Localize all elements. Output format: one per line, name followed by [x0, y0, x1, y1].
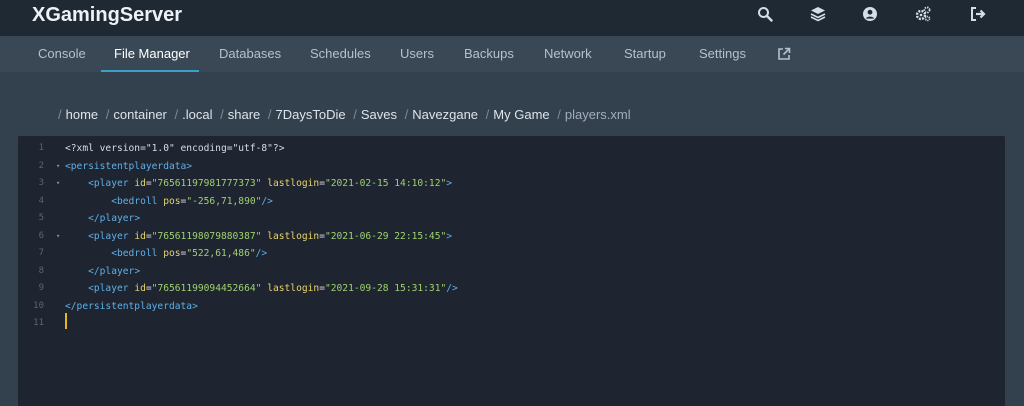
line-number: 3 — [38, 178, 44, 188]
tab-startup[interactable]: Startup — [624, 36, 666, 72]
breadcrumb-share[interactable]: share — [228, 107, 261, 122]
breadcrumb-separator: / — [58, 107, 62, 122]
line-number: 6 — [38, 230, 44, 241]
breadcrumb-separator: / — [220, 107, 224, 122]
code-line[interactable]: 5 </player> — [18, 210, 1005, 228]
code-line[interactable]: 3 ▾ <player id="76561197981777373" lastlo… — [18, 175, 1005, 193]
line-number: 11 — [33, 318, 44, 328]
code-line[interactable]: 11 — [18, 315, 1005, 333]
breadcrumb-separator: / — [485, 107, 490, 122]
tab-file-manager[interactable]: File Manager — [114, 36, 190, 72]
breadcrumb-my-game[interactable]: My Game — [493, 107, 549, 122]
code-text: <?xml version="1.0" encoding="utf-8"?> — [65, 143, 285, 154]
code-text: </player> — [88, 265, 141, 277]
code-line[interactable]: 9 <player id="76561199094452664" lastlog… — [18, 280, 1005, 298]
code-editor[interactable]: 1 <?xml version="1.0" encoding="utf-8"?> 2… — [18, 136, 1005, 406]
tab-settings[interactable]: Settings — [699, 36, 746, 72]
server-subnav: Console File Manager Databases Schedules… — [0, 36, 1024, 72]
external-link-icon[interactable] — [777, 47, 791, 61]
tab-console[interactable]: Console — [38, 36, 86, 72]
layers-icon[interactable] — [810, 6, 828, 24]
breadcrumb-separator: / — [353, 107, 357, 122]
code-text: <bedroll pos="-256,71,890"/> — [111, 195, 273, 207]
tab-schedules[interactable]: Schedules — [310, 36, 371, 72]
breadcrumb-separator: / — [404, 107, 409, 122]
cogs-icon[interactable] — [915, 6, 933, 24]
code-line[interactable]: 10 </persistentplayerdata> — [18, 298, 1005, 316]
code-line[interactable]: 4 <bedroll pos="-256,71,890"/> — [18, 193, 1005, 211]
line-number: 8 — [38, 265, 44, 276]
search-icon[interactable] — [757, 6, 775, 24]
breadcrumb: / home / container / .local / share /7DaysTo… — [58, 105, 631, 125]
code-line[interactable]: 7 <bedroll pos="522,61,486"/> — [18, 245, 1005, 263]
logout-icon[interactable] — [970, 6, 988, 24]
code-text: <persistentplayerdata> — [65, 160, 193, 172]
breadcrumb-home[interactable]: home — [66, 107, 99, 122]
breadcrumb-container[interactable]: container — [113, 107, 166, 122]
tab-backups[interactable]: Backups — [464, 36, 514, 72]
fold-toggle-icon[interactable]: ▾ — [56, 228, 60, 246]
line-number: 10 — [33, 300, 44, 311]
line-number: 9 — [38, 283, 44, 293]
line-number: 2 — [38, 160, 44, 171]
line-number: 4 — [38, 195, 44, 206]
tab-databases[interactable]: Databases — [219, 36, 281, 72]
code-line[interactable]: 8 </player> — [18, 263, 1005, 281]
account-icon[interactable] — [862, 6, 880, 24]
breadcrumb-saves[interactable]: Saves — [361, 107, 397, 122]
top-bar: XGamingServer — [0, 0, 1024, 36]
breadcrumb-navezgane[interactable]: Navezgane — [412, 107, 478, 122]
code-line[interactable]: 1 <?xml version="1.0" encoding="utf-8"?> — [18, 140, 1005, 158]
tab-users[interactable]: Users — [400, 36, 434, 72]
code-text: <player id="76561198079880387" lastlogin… — [88, 230, 453, 242]
code-text: <bedroll pos="522,61,486"/> — [111, 248, 268, 259]
line-number: 5 — [38, 213, 44, 223]
fold-toggle-icon[interactable]: ▾ — [56, 158, 60, 176]
code-text: </player> — [88, 213, 141, 224]
code-text: </persistentplayerdata> — [65, 300, 198, 312]
code-line[interactable]: 6 ▾ <player id="76561198079880387" lastlo… — [18, 228, 1005, 246]
tab-network[interactable]: Network — [544, 36, 592, 72]
code-line[interactable]: 2 ▾ <persistentplayerdata> — [18, 158, 1005, 176]
code-text: <player id="76561199094452664" lastlogin… — [88, 283, 458, 294]
code-text: <player id="76561197981777373" lastlogin… — [88, 178, 453, 189]
breadcrumb-current-file: players.xml — [564, 107, 631, 122]
active-tab-indicator — [101, 70, 199, 72]
line-number: 7 — [38, 248, 44, 258]
fold-toggle-icon[interactable]: ▾ — [56, 175, 60, 193]
breadcrumb-local[interactable]: .local — [182, 107, 212, 122]
app-title[interactable]: XGamingServer — [32, 4, 182, 26]
breadcrumb-separator: / — [267, 107, 272, 122]
line-number: 1 — [38, 143, 44, 153]
breadcrumb-separator: / — [105, 107, 110, 122]
breadcrumb-7daystodie[interactable]: 7DaysToDie — [276, 107, 346, 122]
breadcrumb-separator: / — [557, 107, 561, 122]
breadcrumb-separator: / — [174, 107, 179, 122]
